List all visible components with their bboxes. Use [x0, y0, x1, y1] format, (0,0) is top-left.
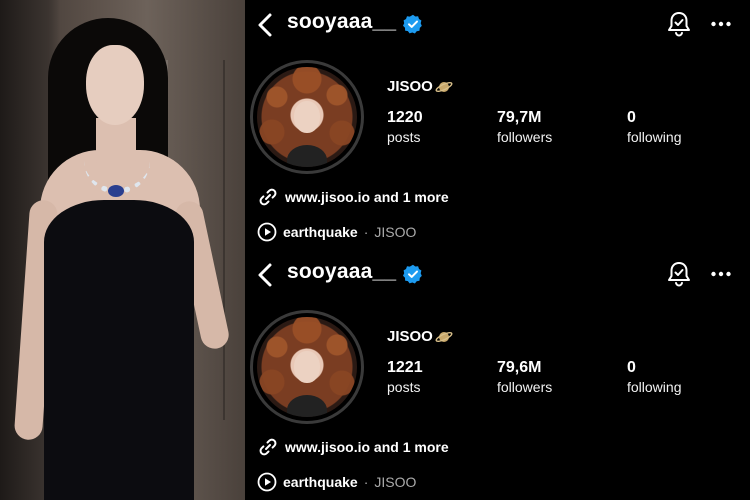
following-value: 0	[627, 109, 636, 126]
notification-bell-icon[interactable]	[666, 260, 692, 288]
song-title: earthquake	[283, 474, 358, 490]
followers-count[interactable]: 79,6M followers	[497, 358, 552, 396]
back-arrow-icon[interactable]	[255, 12, 277, 38]
following-count[interactable]: 0 following	[627, 358, 681, 396]
more-options-icon[interactable]	[710, 13, 732, 35]
posts-value: 1220	[387, 109, 423, 126]
followers-label: followers	[497, 379, 553, 395]
bio-link-text: www.jisoo.io and 1 more	[285, 439, 449, 455]
music-separator: ·	[363, 474, 369, 490]
photo-face	[86, 45, 144, 125]
display-name-text: JISOO	[387, 78, 433, 95]
profile-music[interactable]: earthquake · JISOO	[257, 222, 416, 242]
followers-value: 79,7M	[497, 109, 542, 126]
avatar[interactable]	[257, 67, 357, 167]
profile-header-1: sooyaaa__ JISOO 1220 posts 79,7M followe…	[245, 0, 750, 250]
followers-count[interactable]: 79,7M followers	[497, 108, 552, 146]
avatar-face	[294, 351, 320, 383]
photo-necklace-gem	[108, 185, 124, 197]
profile-music[interactable]: earthquake · JISOO	[257, 472, 416, 492]
verified-badge-icon	[403, 264, 422, 284]
song-artist: JISOO	[374, 224, 417, 240]
bio-link[interactable]: www.jisoo.io and 1 more	[257, 436, 449, 458]
avatar-outfit	[287, 145, 327, 167]
link-icon	[259, 188, 277, 206]
followers-label: followers	[497, 129, 553, 145]
profile-header-2: sooyaaa__ JISOO 1221 posts 79,6M followe…	[245, 250, 750, 500]
posts-count[interactable]: 1220 posts	[387, 108, 423, 146]
display-name-text: JISOO	[387, 328, 433, 345]
posts-count[interactable]: 1221 posts	[387, 358, 423, 396]
planet-emoji	[435, 332, 453, 343]
verified-badge-icon	[403, 14, 422, 34]
username: sooyaaa__	[287, 10, 397, 33]
display-name: JISOO	[387, 78, 453, 95]
posts-value: 1221	[387, 359, 423, 376]
following-label: following	[627, 129, 682, 145]
avatar-face	[294, 101, 320, 133]
following-value: 0	[627, 359, 636, 376]
followers-value: 79,6M	[497, 359, 542, 376]
avatar[interactable]	[257, 317, 357, 417]
notification-bell-icon[interactable]	[666, 10, 692, 38]
bio-link-text: www.jisoo.io and 1 more	[285, 189, 449, 205]
play-icon	[257, 472, 277, 492]
bio-link[interactable]: www.jisoo.io and 1 more	[257, 186, 449, 208]
posts-label: posts	[387, 129, 421, 145]
portrait-photo	[0, 0, 245, 500]
photo-black-dress	[44, 200, 194, 500]
following-label: following	[627, 379, 682, 395]
song-artist: JISOO	[374, 474, 417, 490]
planet-emoji	[435, 82, 453, 93]
back-arrow-icon[interactable]	[255, 262, 277, 288]
link-icon	[259, 438, 277, 456]
following-count[interactable]: 0 following	[627, 108, 681, 146]
avatar-outfit	[287, 395, 327, 417]
posts-label: posts	[387, 379, 421, 395]
username: sooyaaa__	[287, 260, 397, 283]
play-icon	[257, 222, 277, 242]
music-separator: ·	[363, 224, 369, 240]
more-options-icon[interactable]	[710, 263, 732, 285]
display-name: JISOO	[387, 328, 453, 345]
song-title: earthquake	[283, 224, 358, 240]
